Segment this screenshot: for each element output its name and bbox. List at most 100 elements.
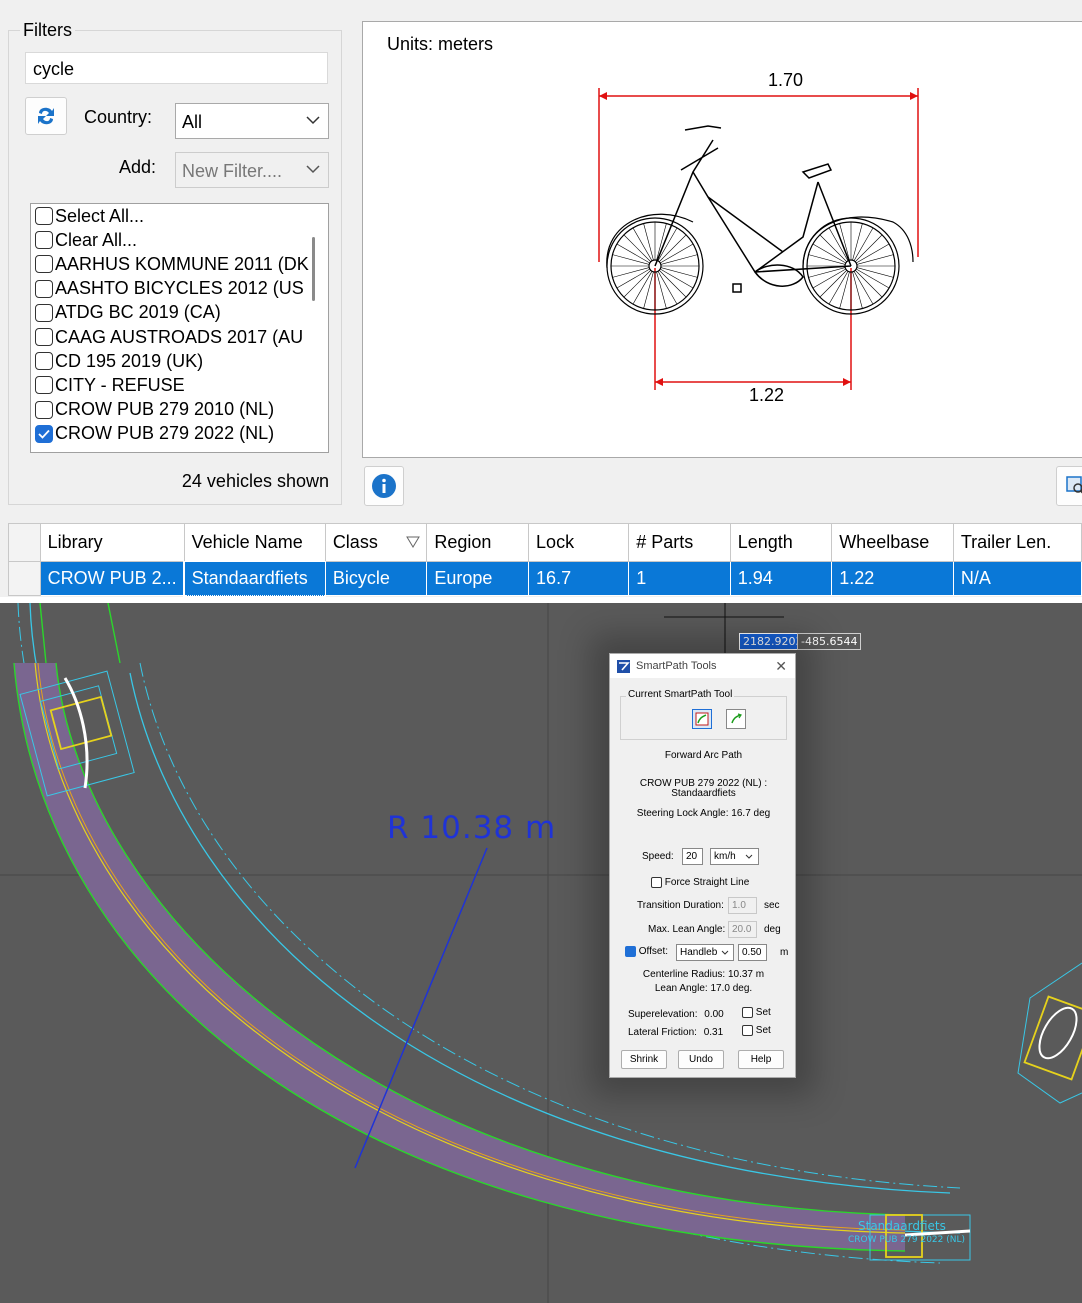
column-class-label: Class bbox=[332, 532, 378, 552]
list-item-label: CROW PUB 279 2022 (NL) bbox=[55, 423, 275, 444]
cell-length[interactable]: 1.94 bbox=[729, 561, 833, 596]
list-item[interactable]: ATDG BC 2019 (CA) bbox=[31, 301, 328, 325]
country-value: All bbox=[182, 112, 203, 132]
speed-unit-select[interactable]: km/h bbox=[710, 848, 759, 865]
offset-type-select[interactable]: Handleb bbox=[676, 944, 734, 961]
cell-vehicle-name[interactable]: Standaardfiets bbox=[183, 560, 327, 597]
list-item[interactable]: CITY - REFUSE bbox=[31, 373, 328, 397]
column-trailer-len[interactable]: Trailer Len. bbox=[952, 523, 1082, 562]
steering-lock-label: Steering Lock Angle: 16.7 deg bbox=[636, 808, 771, 819]
column-wheelbase[interactable]: Wheelbase bbox=[831, 523, 954, 562]
forward-arc-tool-button[interactable] bbox=[692, 709, 712, 729]
list-item[interactable]: CD 195 2019 (UK) bbox=[31, 349, 328, 373]
list-item[interactable]: AASHTO BICYCLES 2012 (US bbox=[31, 277, 328, 301]
max-lean-input[interactable]: 20.0 bbox=[728, 921, 757, 938]
smartpath-tools-dialog: SmartPath Tools ✕ Current SmartPath Tool… bbox=[609, 653, 796, 1078]
cell-trailer-len[interactable]: N/A bbox=[952, 561, 1082, 596]
chevron-down-icon bbox=[306, 165, 320, 174]
cell-parts[interactable]: 1 bbox=[628, 561, 731, 596]
list-item[interactable]: CROW PUB 279 2010 (NL) bbox=[31, 398, 328, 422]
column-parts[interactable]: # Parts bbox=[628, 523, 731, 562]
search-input[interactable]: cycle bbox=[25, 52, 328, 84]
checkbox[interactable] bbox=[35, 231, 53, 250]
forward-arc-icon bbox=[695, 712, 709, 726]
info-icon bbox=[372, 474, 396, 498]
force-straight-line-checkbox[interactable]: Force Straight Line bbox=[651, 877, 749, 888]
column-vehicle-name[interactable]: Vehicle Name bbox=[183, 523, 326, 562]
checkbox[interactable] bbox=[35, 279, 53, 298]
list-item[interactable]: CROW PUB 279 2022 (NL) bbox=[31, 422, 328, 446]
checkbox[interactable] bbox=[35, 255, 53, 274]
shrink-button[interactable]: Shrink bbox=[621, 1050, 667, 1069]
column-region[interactable]: Region bbox=[426, 523, 530, 562]
cad-drawing-viewport[interactable]: R 10.38 m Standaardfiets CROW PUB 279 20… bbox=[0, 603, 1082, 1303]
current-tool-label: Current SmartPath Tool bbox=[626, 689, 735, 700]
list-item[interactable]: CAAG AUSTROADS 2017 (AU bbox=[31, 325, 328, 349]
list-item-label: AASHTO BICYCLES 2012 (US bbox=[55, 278, 304, 299]
row-header[interactable] bbox=[8, 561, 41, 596]
cell-class[interactable]: Bicycle bbox=[324, 561, 428, 596]
speed-label: Speed: bbox=[642, 851, 674, 862]
path-type-label: Forward Arc Path bbox=[664, 750, 743, 761]
refresh-button[interactable] bbox=[25, 97, 67, 135]
list-item[interactable]: Select All... bbox=[31, 204, 328, 228]
cell-region[interactable]: Europe bbox=[426, 561, 530, 596]
info-button[interactable] bbox=[364, 466, 404, 506]
add-filter-placeholder: New Filter.... bbox=[182, 161, 283, 181]
superelevation-value: 0.00 bbox=[704, 1009, 724, 1020]
speed-input[interactable]: 20 bbox=[682, 848, 703, 865]
checkbox-checked[interactable] bbox=[35, 424, 53, 443]
column-class[interactable]: Class bbox=[324, 523, 428, 562]
transition-input[interactable]: 1.0 bbox=[728, 897, 757, 914]
cell-lock[interactable]: 16.7 bbox=[528, 561, 630, 596]
force-straight-checkbox-box[interactable] bbox=[651, 877, 662, 888]
dialog-title: SmartPath Tools bbox=[636, 660, 717, 672]
lean-angle-label: Lean Angle: 17.0 deg. bbox=[654, 983, 753, 994]
vehicle-count: 24 vehicles shown bbox=[181, 471, 329, 491]
list-scrollbar[interactable] bbox=[312, 237, 315, 301]
speed-unit-value: km/h bbox=[714, 851, 736, 862]
list-item-label: Clear All... bbox=[55, 229, 138, 250]
cell-wheelbase[interactable]: 1.22 bbox=[831, 561, 954, 596]
list-item[interactable]: Clear All... bbox=[31, 228, 328, 252]
table-row[interactable]: CROW PUB 2... Standaardfiets Bicycle Eur… bbox=[8, 560, 1082, 597]
undo-button[interactable]: Undo bbox=[678, 1050, 724, 1069]
dialog-titlebar[interactable]: SmartPath Tools ✕ bbox=[610, 654, 795, 678]
checkbox[interactable] bbox=[35, 328, 53, 347]
chevron-down-icon bbox=[306, 116, 320, 125]
lateral-friction-set-checkbox[interactable]: Set bbox=[742, 1025, 771, 1036]
coordinate-y-input[interactable]: -485.6544 bbox=[797, 633, 862, 650]
checkbox[interactable] bbox=[35, 352, 53, 371]
centerline-radius-label: Centerline Radius: 10.37 m bbox=[642, 969, 765, 980]
add-label: Add: bbox=[119, 157, 157, 177]
country-select[interactable]: All bbox=[175, 103, 329, 139]
close-icon[interactable]: ✕ bbox=[775, 658, 787, 675]
offset-checkbox-box[interactable] bbox=[625, 946, 636, 957]
list-item[interactable]: AARHUS KOMMUNE 2011 (DK bbox=[31, 252, 328, 276]
column-length[interactable]: Length bbox=[729, 523, 833, 562]
zoom-preview-button[interactable] bbox=[1056, 466, 1082, 506]
help-button[interactable]: Help bbox=[738, 1050, 784, 1069]
library-filter-list[interactable]: Select All... Clear All... AARHUS KOMMUNE … bbox=[30, 203, 329, 453]
offset-input[interactable]: 0.50 bbox=[738, 944, 767, 961]
lateral-friction-set-box[interactable] bbox=[742, 1025, 753, 1036]
superelevation-set-box[interactable] bbox=[742, 1007, 753, 1018]
add-filter-select[interactable]: New Filter.... bbox=[175, 152, 329, 188]
vehicle-preview: Units: meters 1.70 1.22 bbox=[362, 21, 1082, 458]
offset-type-value: Handleb bbox=[680, 947, 718, 958]
reverse-arc-tool-button[interactable] bbox=[726, 709, 746, 729]
column-lock[interactable]: Lock bbox=[528, 523, 630, 562]
cell-library[interactable]: CROW PUB 2... bbox=[39, 561, 185, 596]
row-header-corner bbox=[8, 523, 41, 562]
column-library[interactable]: Library bbox=[39, 523, 185, 562]
offset-checkbox[interactable]: Offset: bbox=[625, 946, 668, 957]
checkbox[interactable] bbox=[35, 376, 53, 395]
vehicle-label-name: Standaardfiets bbox=[858, 1219, 946, 1233]
checkbox[interactable] bbox=[35, 207, 53, 226]
list-item-label: CITY - REFUSE bbox=[55, 374, 185, 395]
superelevation-set-checkbox[interactable]: Set bbox=[742, 1007, 771, 1018]
checkbox[interactable] bbox=[35, 400, 53, 419]
list-item-label: CD 195 2019 (UK) bbox=[55, 350, 204, 371]
chevron-down-icon bbox=[745, 854, 753, 859]
checkbox[interactable] bbox=[35, 303, 53, 322]
